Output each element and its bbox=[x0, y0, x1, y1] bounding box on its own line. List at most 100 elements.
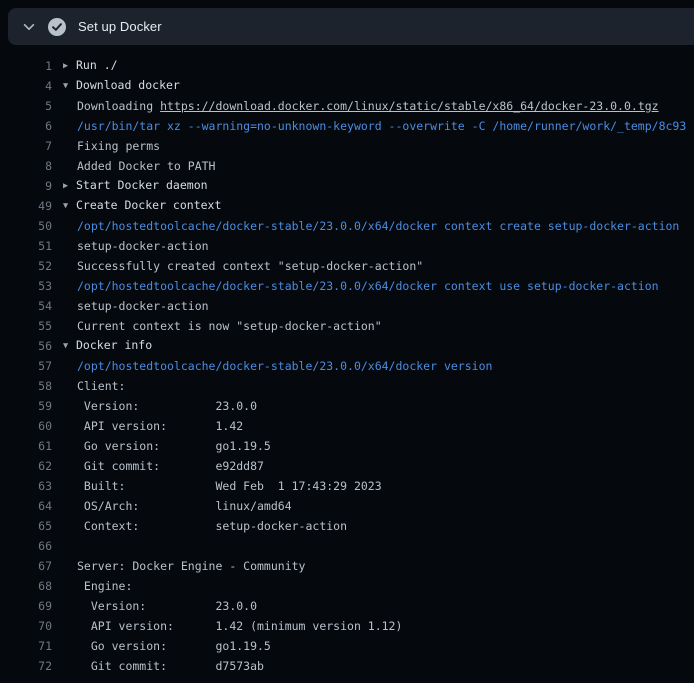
log-command-text: /usr/bin/tar xz --warning=no-unknown-key… bbox=[63, 116, 686, 136]
group-title[interactable]: Run ./ bbox=[76, 58, 118, 72]
log-row: 72 Git commit: d7573ab bbox=[0, 656, 694, 676]
log-row: 66 bbox=[0, 536, 694, 556]
group-collapsed-icon[interactable]: ▶ bbox=[63, 176, 76, 196]
log-text: OS/Arch: linux/amd64 bbox=[63, 496, 292, 516]
line-number[interactable]: 9 bbox=[0, 176, 52, 196]
log-text: Server: Docker Engine - Community bbox=[63, 556, 305, 576]
step-title: Set up Docker bbox=[78, 19, 162, 34]
line-number[interactable]: 57 bbox=[0, 356, 52, 376]
log-command-text: /opt/hostedtoolcache/docker-stable/23.0.… bbox=[63, 356, 492, 376]
group-expanded-icon[interactable]: ▼ bbox=[63, 336, 76, 356]
log-text: Added Docker to PATH bbox=[63, 156, 215, 176]
line-number[interactable]: 63 bbox=[0, 476, 52, 496]
log-row: 50/opt/hostedtoolcache/docker-stable/23.… bbox=[0, 216, 694, 236]
log-text: Context: setup-docker-action bbox=[63, 516, 347, 536]
log-text: Downloading bbox=[77, 99, 160, 113]
log-text: Go version: go1.19.5 bbox=[63, 636, 271, 656]
line-number[interactable]: 53 bbox=[0, 276, 52, 296]
log-row: 57/opt/hostedtoolcache/docker-stable/23.… bbox=[0, 356, 694, 376]
log-text: setup-docker-action bbox=[63, 236, 209, 256]
log-command-text: /opt/hostedtoolcache/docker-stable/23.0.… bbox=[63, 276, 659, 296]
log-row: 64 OS/Arch: linux/amd64 bbox=[0, 496, 694, 516]
line-number[interactable]: 68 bbox=[0, 576, 52, 596]
actions-log-page: { "header": { "title": "Set up Docker", … bbox=[0, 0, 694, 683]
collapse-step-button[interactable] bbox=[18, 16, 40, 38]
line-number[interactable]: 61 bbox=[0, 436, 52, 456]
line-number[interactable]: 56 bbox=[0, 336, 52, 356]
log-text: Client: bbox=[63, 376, 125, 396]
line-number[interactable]: 7 bbox=[0, 136, 52, 156]
log-text: Successfully created context "setup-dock… bbox=[63, 256, 423, 276]
log-row: 71 Go version: go1.19.5 bbox=[0, 636, 694, 656]
line-number[interactable]: 8 bbox=[0, 156, 52, 176]
group-expanded-icon[interactable]: ▼ bbox=[63, 196, 76, 216]
log-row: 62 Git commit: e92dd87 bbox=[0, 456, 694, 476]
line-number[interactable]: 59 bbox=[0, 396, 52, 416]
line-number[interactable]: 6 bbox=[0, 116, 52, 136]
log-text: Fixing perms bbox=[63, 136, 160, 156]
log-row: 55 Current context is now "setup-docker-a… bbox=[0, 316, 694, 336]
log-link[interactable]: https://download.docker.com/linux/static… bbox=[160, 99, 659, 113]
log-text: Current context is now "setup-docker-act… bbox=[63, 316, 382, 336]
line-number[interactable]: 69 bbox=[0, 596, 52, 616]
log-row: 58 Client: bbox=[0, 376, 694, 396]
line-number[interactable]: 5 bbox=[0, 96, 52, 116]
log-row: 9 ▶Start Docker daemon bbox=[0, 176, 694, 196]
log-text: Git commit: d7573ab bbox=[63, 656, 264, 676]
log-row: 63 Built: Wed Feb 1 17:43:29 2023 bbox=[0, 476, 694, 496]
group-title[interactable]: Docker info bbox=[76, 338, 152, 352]
chevron-down-icon bbox=[22, 20, 36, 34]
log-row: 60 API version: 1.42 bbox=[0, 416, 694, 436]
log-row: 59 Version: 23.0.0 bbox=[0, 396, 694, 416]
log-text: Version: 23.0.0 bbox=[63, 396, 257, 416]
log-row: 51 setup-docker-action bbox=[0, 236, 694, 256]
line-number[interactable]: 50 bbox=[0, 216, 52, 236]
log-text: API version: 1.42 bbox=[63, 416, 243, 436]
line-number[interactable]: 55 bbox=[0, 316, 52, 336]
check-circle-icon bbox=[48, 18, 66, 36]
log-text-line: Downloading https://download.docker.com/… bbox=[63, 96, 659, 116]
log-text: Version: 23.0.0 bbox=[63, 596, 257, 616]
line-number[interactable]: 52 bbox=[0, 256, 52, 276]
line-number[interactable]: 51 bbox=[0, 236, 52, 256]
line-number[interactable]: 49 bbox=[0, 196, 52, 216]
group-expanded-icon[interactable]: ▼ bbox=[63, 76, 76, 96]
line-number[interactable]: 70 bbox=[0, 616, 52, 636]
group-collapsed-icon[interactable]: ▶ bbox=[63, 56, 76, 76]
log-row: 4 ▼Download docker bbox=[0, 76, 694, 96]
line-number[interactable]: 66 bbox=[0, 536, 52, 556]
log-row: 67 Server: Docker Engine - Community bbox=[0, 556, 694, 576]
log-row: 56 ▼Docker info bbox=[0, 336, 694, 356]
step-header[interactable]: Set up Docker bbox=[8, 8, 694, 45]
line-number[interactable]: 4 bbox=[0, 76, 52, 96]
line-number[interactable]: 58 bbox=[0, 376, 52, 396]
line-number[interactable]: 72 bbox=[0, 656, 52, 676]
log-command-text: /opt/hostedtoolcache/docker-stable/23.0.… bbox=[63, 216, 679, 236]
line-number[interactable]: 54 bbox=[0, 296, 52, 316]
line-number[interactable]: 65 bbox=[0, 516, 52, 536]
line-number[interactable]: 62 bbox=[0, 456, 52, 476]
log-row: 70 API version: 1.42 (minimum version 1.… bbox=[0, 616, 694, 636]
line-number[interactable]: 67 bbox=[0, 556, 52, 576]
log-row: 5 Downloading https://download.docker.com… bbox=[0, 96, 694, 116]
log-row: 1 ▶Run ./ bbox=[0, 56, 694, 76]
log-text: Engine: bbox=[63, 576, 132, 596]
log-text: API version: 1.42 (minimum version 1.12) bbox=[63, 616, 402, 636]
log-text: Go version: go1.19.5 bbox=[63, 436, 271, 456]
log-row: 68 Engine: bbox=[0, 576, 694, 596]
log-row: 61 Go version: go1.19.5 bbox=[0, 436, 694, 456]
group-title[interactable]: Start Docker daemon bbox=[76, 178, 208, 192]
line-number[interactable]: 64 bbox=[0, 496, 52, 516]
log-text: setup-docker-action bbox=[63, 296, 209, 316]
log-text: Git commit: e92dd87 bbox=[63, 456, 264, 476]
log-row: 65 Context: setup-docker-action bbox=[0, 516, 694, 536]
line-number[interactable]: 71 bbox=[0, 636, 52, 656]
log-row: 54 setup-docker-action bbox=[0, 296, 694, 316]
log-row: 69 Version: 23.0.0 bbox=[0, 596, 694, 616]
group-title[interactable]: Create Docker context bbox=[76, 198, 221, 212]
group-title[interactable]: Download docker bbox=[76, 78, 180, 92]
line-number[interactable]: 60 bbox=[0, 416, 52, 436]
log-lines: 1▶Run ./4▼Download docker5Downloading ht… bbox=[0, 56, 694, 676]
log-row: 8 Added Docker to PATH bbox=[0, 156, 694, 176]
line-number[interactable]: 1 bbox=[0, 56, 52, 76]
